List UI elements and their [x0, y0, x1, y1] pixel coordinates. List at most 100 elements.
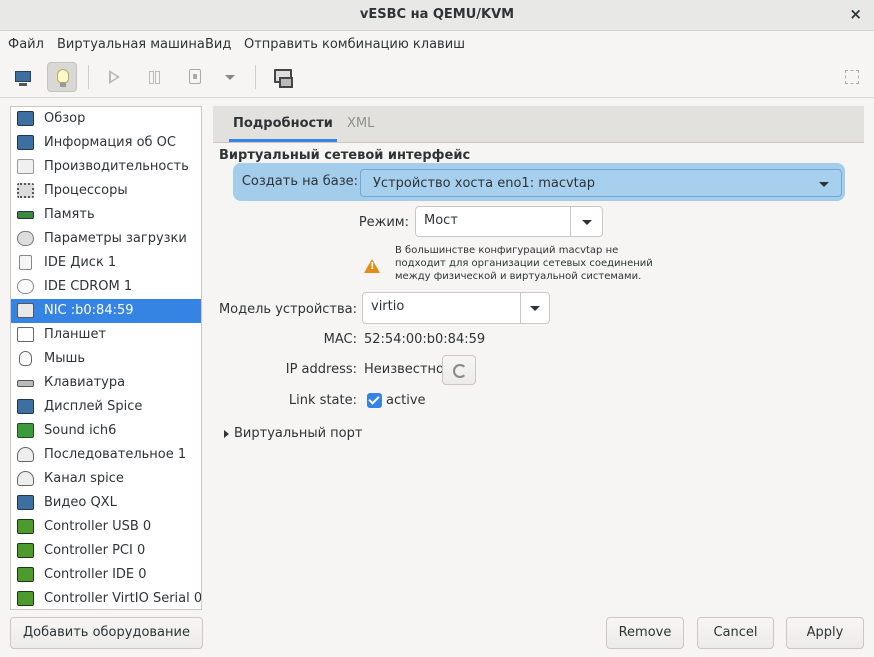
pause-icon	[149, 71, 160, 84]
toolbar-separator	[88, 65, 89, 89]
hardware-item[interactable]: Controller VirtIO Serial 0	[11, 587, 202, 609]
hardware-item-label: Параметры загрузки	[44, 231, 187, 246]
run-button[interactable]	[99, 62, 129, 92]
mac-label: MAC:	[323, 332, 357, 347]
details-pane: Подробности XML Виртуальный сетевой инте…	[213, 106, 864, 610]
monitor-icon	[17, 111, 34, 126]
hardware-item-label: Controller IDE 0	[44, 567, 147, 582]
hardware-item[interactable]: Планшет	[11, 323, 201, 347]
mac-value: 52:54:00:b0:84:59	[364, 332, 486, 347]
hardware-item[interactable]: Последовательное 1	[11, 443, 201, 467]
menu-file[interactable]: Файл	[8, 37, 44, 52]
keyboard-icon	[17, 380, 34, 387]
mode-label: Режим:	[358, 215, 409, 230]
link-state-value[interactable]: active	[386, 393, 426, 408]
chevron-down-icon	[582, 220, 592, 225]
toolbar-separator	[255, 65, 256, 89]
remove-button[interactable]: Remove	[606, 617, 684, 649]
warning-line: между физической и виртуальной системами…	[395, 271, 642, 282]
hardware-item-label: Планшет	[44, 327, 107, 342]
tab-bar: Подробности XML	[213, 106, 864, 143]
hardware-item-label: Дисплей Spice	[44, 399, 143, 414]
play-icon	[109, 70, 120, 84]
add-hardware-button[interactable]: Добавить оборудование	[10, 617, 203, 649]
gauge-icon	[17, 159, 34, 174]
hardware-item-label: Controller PCI 0	[44, 543, 146, 558]
hardware-item[interactable]: Клавиатура	[11, 371, 201, 395]
disk-icon	[19, 255, 32, 270]
shutdown-button[interactable]	[180, 62, 210, 92]
window-titlebar: vESBC на QEMU/KVM ×	[0, 0, 874, 31]
close-icon[interactable]: ×	[849, 5, 862, 23]
hardware-item-label: Клавиатура	[44, 375, 126, 390]
lightbulb-icon	[57, 69, 69, 87]
monitor-icon	[17, 495, 34, 510]
hardware-item[interactable]: Обзор	[11, 107, 201, 131]
tab-xml[interactable]: XML	[347, 116, 374, 131]
hardware-item[interactable]: Sound ich6	[11, 419, 201, 443]
section-title: Виртуальный сетевой интерфейс	[219, 148, 471, 163]
hardware-item-label: Controller VirtIO Serial 0	[44, 591, 202, 606]
menubar: Файл Виртуальная машина Вид Отправить ко…	[0, 31, 874, 57]
combo-divider	[570, 207, 571, 236]
details-button[interactable]	[47, 62, 77, 92]
hardware-item[interactable]: Дисплей Spice	[11, 395, 201, 419]
hardware-item[interactable]: Controller PCI 0	[11, 539, 201, 563]
shutdown-menu-button[interactable]	[216, 62, 246, 92]
link-state-checkbox[interactable]	[367, 393, 382, 408]
hardware-item[interactable]: Параметры загрузки	[11, 227, 201, 251]
virtual-port-expander[interactable]: Виртуальный порт	[234, 426, 362, 441]
hardware-item[interactable]: Процессоры	[11, 179, 201, 203]
cpu-icon	[17, 183, 34, 198]
ip-label: IP address:	[285, 362, 357, 377]
hardware-item-label: Sound ich6	[44, 423, 117, 438]
chevron-down-icon	[530, 306, 540, 311]
hardware-item[interactable]: Мышь	[11, 347, 201, 371]
hardware-item[interactable]: IDE Диск 1	[11, 251, 201, 275]
source-dropdown[interactable]: Устройство хоста eno1: macvtap	[360, 169, 842, 197]
console-button[interactable]	[8, 62, 38, 92]
hardware-item[interactable]: NIC :b0:84:59	[11, 299, 201, 323]
hardware-item[interactable]: Видео QXL	[11, 491, 201, 515]
hardware-item[interactable]: Информация об ОС	[11, 131, 201, 155]
combo-divider	[520, 293, 521, 323]
menu-view[interactable]: Вид	[205, 37, 231, 52]
ip-value: Неизвестно	[364, 362, 444, 377]
hardware-item-label: IDE Диск 1	[44, 255, 117, 270]
screenshot-button[interactable]	[267, 62, 297, 92]
cancel-button[interactable]: Cancel	[697, 617, 774, 649]
hardware-item[interactable]: IDE CDROM 1	[11, 275, 201, 299]
network-icon	[17, 303, 34, 318]
menu-virtual-machine[interactable]: Виртуальная машина	[57, 37, 205, 52]
hardware-item-label: Процессоры	[44, 183, 128, 198]
hardware-item[interactable]: Производительность	[11, 155, 201, 179]
shutdown-icon	[189, 69, 201, 84]
model-dropdown[interactable]: virtio	[362, 292, 550, 324]
pause-button[interactable]	[139, 62, 169, 92]
hardware-item[interactable]: Controller USB 0	[11, 515, 201, 539]
hardware-item-label: Последовательное 1	[44, 447, 187, 462]
apply-button[interactable]: Apply	[786, 617, 864, 649]
mouse-icon	[19, 351, 32, 366]
serial-icon	[17, 447, 34, 462]
hardware-item-label: Видео QXL	[44, 495, 117, 510]
screenshot-icon	[274, 69, 293, 88]
fullscreen-button[interactable]	[837, 62, 867, 92]
toolbar	[0, 57, 874, 98]
cdrom-icon	[17, 279, 34, 294]
memory-icon	[17, 211, 34, 219]
hardware-item[interactable]: Controller IDE 0	[11, 563, 201, 587]
hardware-list: Обзор Информация об ОС Производительность П…	[10, 106, 202, 610]
tab-details[interactable]: Подробности	[229, 116, 337, 142]
hardware-item[interactable]: Память	[11, 203, 201, 227]
menu-send-key[interactable]: Отправить комбинацию клавиш	[244, 37, 465, 52]
monitor-icon	[15, 71, 31, 86]
chevron-down-icon	[819, 182, 829, 187]
fullscreen-icon	[845, 70, 859, 84]
hardware-item[interactable]: Канал spice	[11, 467, 201, 491]
mode-dropdown[interactable]: Мост	[415, 206, 603, 237]
monitor-icon	[17, 135, 34, 150]
controller-icon	[17, 567, 34, 582]
expander-arrow-icon[interactable]	[224, 430, 229, 438]
refresh-ip-button[interactable]	[442, 355, 476, 385]
